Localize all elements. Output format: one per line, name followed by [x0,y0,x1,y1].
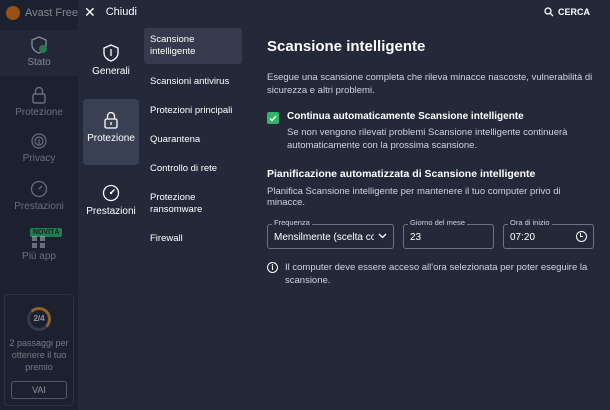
close-icon[interactable]: ✕ [84,5,96,19]
schedule-description: Planifica Scansione intelligente per man… [267,186,561,208]
checkmark-icon [269,115,277,122]
chevron-down-icon[interactable] [378,233,387,239]
category-generali[interactable]: Generali [83,32,139,98]
bg-nav-label: Protezione [15,107,63,118]
subsection-protezioni-principali[interactable]: Protezioni principali [144,99,242,123]
start-time-label: Ora di inizio [508,218,552,227]
promo-card: 2/4 2 passaggi per ottenere il tuo premi… [4,294,74,406]
search-button[interactable]: CERCA [544,7,590,17]
page-title: Scansione intelligente [267,38,426,55]
bg-nav-stato: Stato [0,30,78,76]
schedule-fields: Frequenza Mensilmente (scelta cor Giorno… [267,218,600,249]
lock-icon [32,86,46,104]
settings-topbar: ✕ Chiudi CERCA [78,0,610,26]
subsection-firewall[interactable]: Firewall [144,227,242,251]
bg-nav-label: Più app [22,251,56,262]
grid-icon [32,236,45,248]
gauge-icon [30,180,48,198]
category-label: Generali [92,66,130,77]
start-time-value[interactable]: 07:20 [510,232,535,243]
bg-nav-piu-app: Più app [0,236,78,262]
close-button[interactable]: ✕ Chiudi [84,5,137,19]
settings-panel: ✕ Chiudi CERCA Generali Protezione Prest… [78,0,610,410]
day-of-month-value[interactable]: 23 [410,232,421,243]
progress-ring: 2/4 [27,307,51,331]
settings-categories: Generali Protezione Prestazioni [78,26,144,410]
bg-nav-protezione: Protezione [0,86,78,118]
day-of-month-field[interactable]: Giorno del mese 23 [403,218,494,249]
auto-scan-description: Se non vengono rilevati problemi Scansio… [287,127,568,151]
bg-nav-label: Privacy [22,153,56,164]
subsection-scansione-intelligente[interactable]: Scansione intelligente [144,28,242,64]
page-description: Esegue una scansione completa che rileva… [267,72,593,96]
day-of-month-label: Giorno del mese [408,218,468,227]
subsection-controllo-di-rete[interactable]: Controllo di rete [144,157,242,181]
background-app: Avast Free A Stato Protezione Privacy Pr… [0,0,88,410]
schedule-title: Pianificazione automatizzata di Scansion… [267,168,536,180]
promo-go-button: VAI [11,381,67,399]
category-protezione[interactable]: Protezione [83,99,139,165]
frequency-value[interactable]: Mensilmente (scelta cor [274,232,374,243]
category-label: Protezione [87,133,135,144]
info-text: Il computer deve essere acceso all'ora s… [285,262,588,286]
category-label: Prestazioni [86,206,136,217]
shield-check-icon [31,36,47,54]
frequency-label: Frequenza [272,218,312,227]
start-time-field[interactable]: Ora di inizio 07:20 [503,218,594,249]
settings-content: Scansione intelligente Esegue una scansi… [267,26,600,287]
close-label[interactable]: Chiudi [106,6,137,18]
bg-nav-prestazioni: Prestazioni [0,180,78,212]
lock-icon [104,111,118,129]
bg-nav-label: Prestazioni [14,201,64,212]
category-prestazioni[interactable]: Prestazioni [83,172,139,238]
subsection-list: Scansione intelligente Scansioni antivir… [144,26,242,251]
frequency-select[interactable]: Frequenza Mensilmente (scelta cor [267,218,394,249]
shield-icon [103,44,119,62]
subsection-scansioni-antivirus[interactable]: Scansioni antivirus [144,70,242,94]
subsection-protezione-ransomware[interactable]: Protezione ransomware [144,186,224,222]
auto-scan-checkbox[interactable] [267,112,279,124]
search-label[interactable]: CERCA [558,7,590,17]
avast-logo-icon [6,6,20,20]
subsection-quarantena[interactable]: Quarantena [144,128,242,152]
info-icon: i [267,262,278,273]
promo-text: 2 passaggi per ottenere il tuo premio [9,338,69,372]
speedometer-icon [102,184,120,202]
fingerprint-icon [31,133,47,149]
bg-nav-privacy: Privacy [0,132,78,164]
info-note: i Il computer deve essere acceso all'ora… [267,261,600,287]
search-icon[interactable] [544,7,554,17]
auto-scan-label[interactable]: Continua automaticamente Scansione intel… [287,111,600,122]
clock-icon[interactable] [576,231,587,242]
app-brand: Avast Free A [6,6,88,20]
auto-scan-option[interactable]: Continua automaticamente Scansione intel… [267,111,600,152]
bg-nav-label: Stato [27,57,51,68]
